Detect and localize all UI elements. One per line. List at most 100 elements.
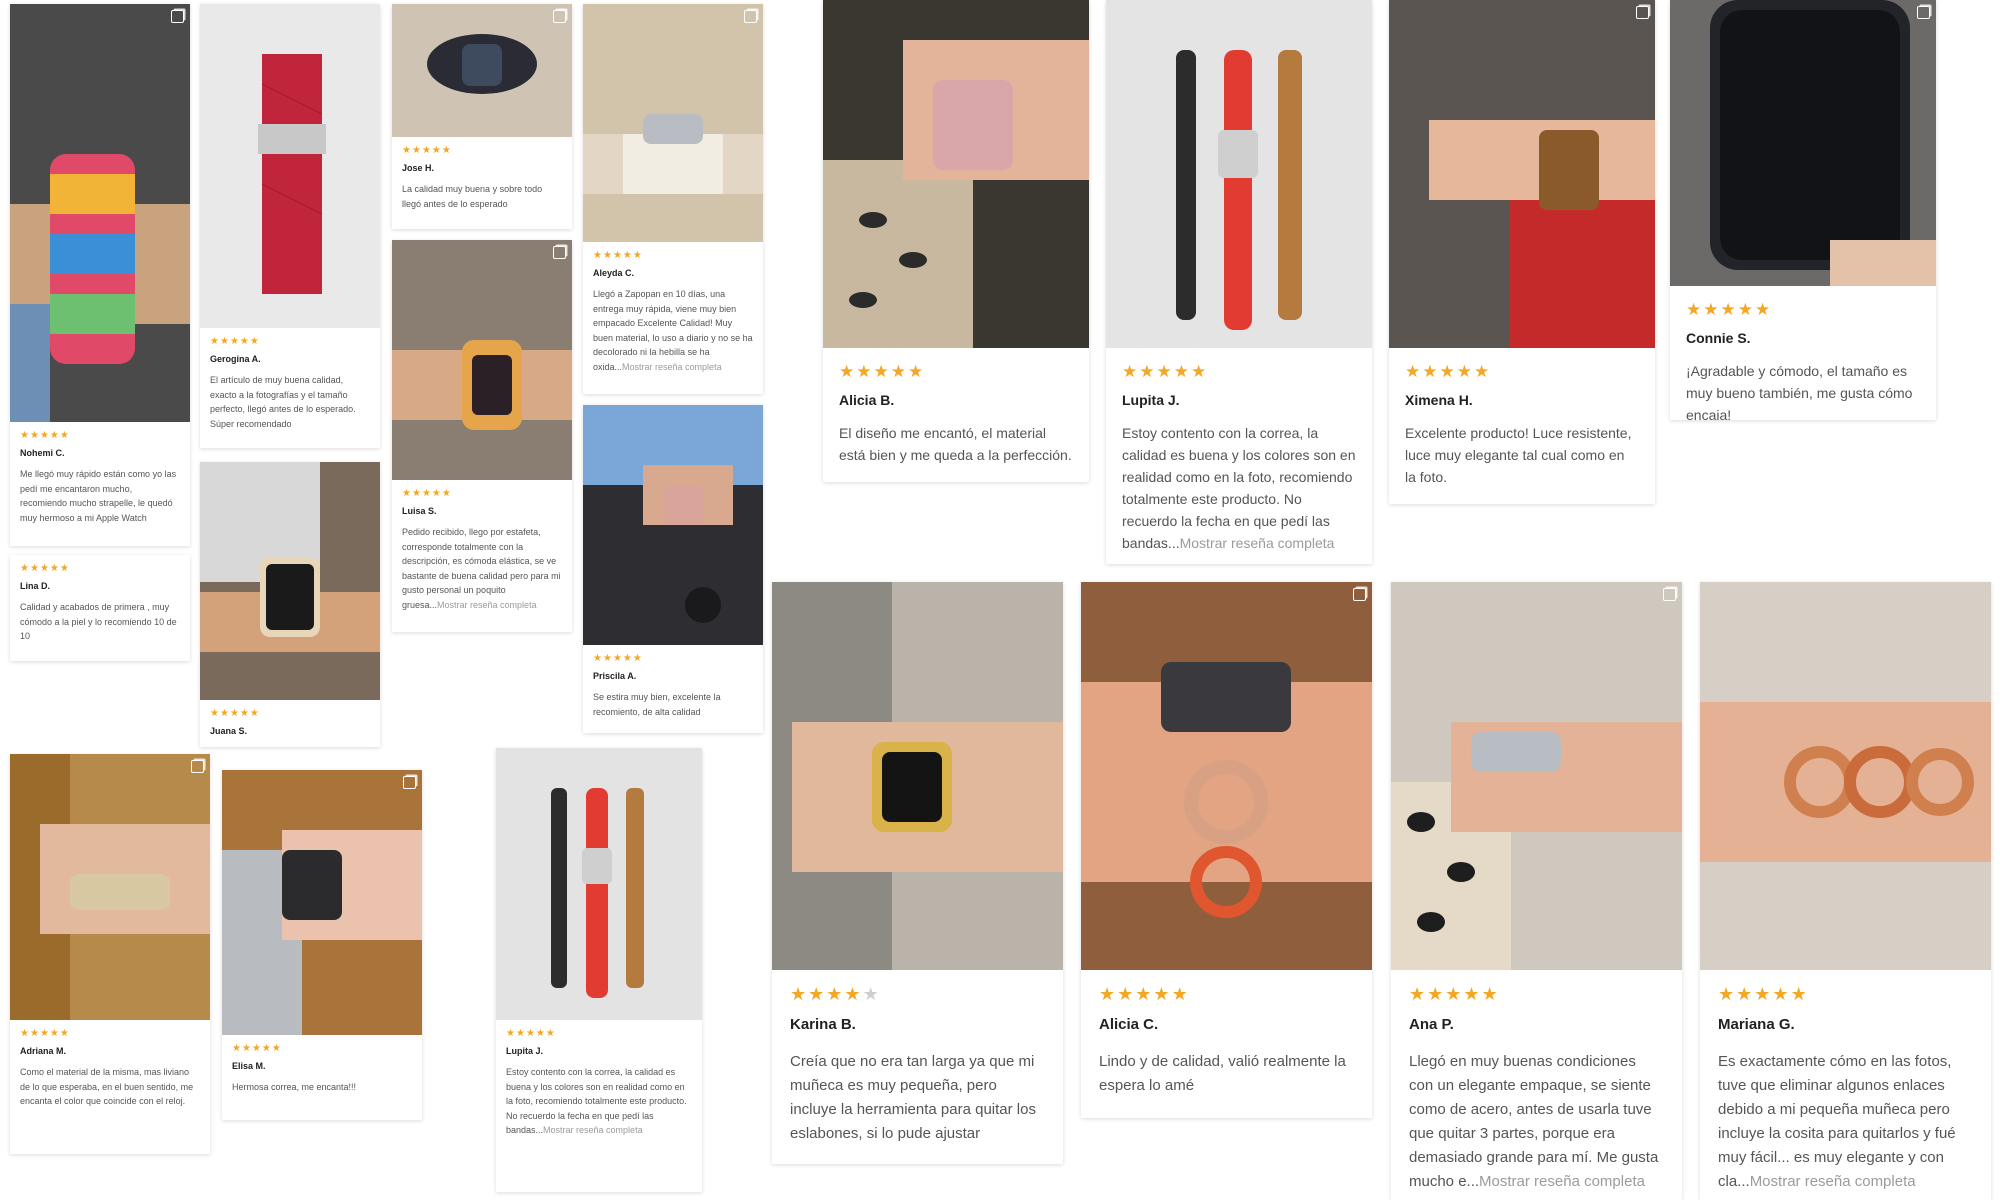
review-photo[interactable] <box>1106 0 1372 348</box>
review-card[interactable]: ★★★★★ Connie S. ¡Agradable y cómodo, el … <box>1670 0 1936 420</box>
review-card[interactable]: ★★★★★ Adriana M. Como el material de la … <box>10 754 210 1154</box>
reviewer-name: Elisa M. <box>232 1061 266 1071</box>
review-card[interactable]: ★★★★★ Lupita J. Estoy contento con la co… <box>1106 0 1372 564</box>
review-card[interactable]: ★★★★★ Gerogina A. El artículo de muy bue… <box>200 4 380 448</box>
star-icon: ★ <box>20 563 30 574</box>
star-icon: ★ <box>826 984 845 1004</box>
star-icon: ★ <box>632 653 643 664</box>
reviewer-name: Nohemi C. <box>20 448 65 458</box>
review-card[interactable]: ★★★★★ Lina D. Calidad y acabados de prim… <box>10 555 190 661</box>
review-text: La calidad muy buena y sobre todo llegó … <box>402 184 543 209</box>
star-icon: ★ <box>29 1028 40 1039</box>
show-full-review-link[interactable]: Mostrar reseña completa <box>437 600 537 610</box>
star-icon: ★ <box>59 1028 70 1039</box>
review-card[interactable]: ★★★★★ Jose H. La calidad muy buena y sob… <box>392 4 572 229</box>
review-card[interactable]: ★★★★★ Ana P. Llegó en muy buenas condici… <box>1391 582 1682 1200</box>
review-photo[interactable] <box>10 4 190 422</box>
review-card[interactable]: ★★★★★ Aleyda C. Llegó a Zapopan en 10 dí… <box>583 4 763 394</box>
star-icon: ★ <box>431 488 442 499</box>
star-rating: ★★★★★ <box>1718 984 1973 1005</box>
review-card[interactable]: ★★★★★ Elisa M. Hermosa correa, me encant… <box>222 770 422 1120</box>
review-photo[interactable] <box>200 462 380 700</box>
review-photo[interactable] <box>392 240 572 480</box>
review-photo[interactable] <box>1670 0 1936 286</box>
star-rating: ★★★★★ <box>20 430 180 441</box>
star-rating: ★★★★★ <box>1122 362 1356 382</box>
show-full-review-link[interactable]: Mostrar reseña completa <box>543 1125 643 1135</box>
star-icon: ★ <box>1439 362 1457 381</box>
review-card[interactable]: ★★★★★ Mariana G. Es exactamente cómo en … <box>1700 582 1991 1200</box>
show-full-review-link[interactable]: Mostrar reseña completa <box>622 362 722 372</box>
review-photo[interactable] <box>1700 582 1991 970</box>
multi-photo-icon <box>1917 6 1930 19</box>
star-icon: ★ <box>229 336 240 347</box>
review-card[interactable]: ★★★★★ Alicia B. El diseño me encantó, el… <box>823 0 1089 482</box>
review-photo[interactable] <box>222 770 422 1035</box>
star-icon: ★ <box>29 563 40 574</box>
show-full-review-link[interactable]: Mostrar reseña completa <box>1479 1173 1645 1190</box>
star-icon: ★ <box>525 1028 536 1039</box>
review-card[interactable]: ★★★★★ Nohemi C. Me llegó muy rápido está… <box>10 4 190 546</box>
reviewer-name: Juana S. <box>210 726 248 736</box>
review-photo[interactable] <box>772 582 1063 970</box>
star-icon: ★ <box>1405 362 1423 381</box>
review-photo[interactable] <box>583 405 763 645</box>
review-photo[interactable] <box>10 754 210 1020</box>
star-rating: ★★★★★ <box>790 984 1045 1005</box>
review-photo[interactable] <box>583 4 763 242</box>
star-icon: ★ <box>441 145 452 156</box>
star-icon: ★ <box>59 563 70 574</box>
review-card[interactable]: ★★★★★ Luisa S. Pedido recibido, llego po… <box>392 240 572 632</box>
review-card[interactable]: ★★★★★ Alicia C. Lindo y de calidad, vali… <box>1081 582 1372 1118</box>
review-text: El artículo de muy buena calidad, exacto… <box>210 375 356 429</box>
star-icon: ★ <box>241 1043 252 1054</box>
star-icon: ★ <box>890 362 908 381</box>
star-icon: ★ <box>219 336 230 347</box>
star-rating: ★★★★★ <box>210 708 370 719</box>
show-full-review-link[interactable]: Mostrar reseña completa <box>1750 1173 1916 1190</box>
review-photo[interactable] <box>1389 0 1655 348</box>
star-icon: ★ <box>1463 984 1482 1004</box>
star-icon: ★ <box>1135 984 1154 1004</box>
star-icon: ★ <box>239 336 250 347</box>
star-icon: ★ <box>1171 984 1190 1004</box>
star-icon: ★ <box>411 145 422 156</box>
star-icon: ★ <box>1474 362 1492 381</box>
star-rating: ★★★★★ <box>20 563 180 574</box>
review-photo[interactable] <box>392 4 572 137</box>
star-icon: ★ <box>1099 984 1118 1004</box>
star-icon: ★ <box>219 708 230 719</box>
star-icon: ★ <box>20 1028 30 1039</box>
review-card[interactable]: ★★★★★ Juana S. <box>200 462 380 747</box>
star-rating: ★★★★★ <box>593 653 753 664</box>
review-photo[interactable] <box>1081 582 1372 970</box>
show-full-review-link[interactable]: Mostrar reseña completa <box>1180 535 1335 551</box>
multi-photo-icon <box>744 10 757 23</box>
star-icon: ★ <box>612 653 623 664</box>
star-icon: ★ <box>1173 362 1191 381</box>
review-card[interactable]: ★★★★★ Karina B. Creía que no era tan lar… <box>772 582 1063 1164</box>
review-text: Me llegó muy rápido están como yo las pe… <box>20 469 177 523</box>
star-icon: ★ <box>210 336 220 347</box>
star-rating: ★★★★★ <box>402 488 562 499</box>
star-icon: ★ <box>515 1028 526 1039</box>
star-icon: ★ <box>862 984 881 1004</box>
star-icon: ★ <box>1772 984 1791 1004</box>
review-card[interactable]: ★★★★★ Ximena H. Excelente producto! Luce… <box>1389 0 1655 504</box>
star-rating: ★★★★★ <box>232 1043 412 1054</box>
reviewer-name: Priscila A. <box>593 671 637 681</box>
review-card[interactable]: ★★★★★ Priscila A. Se estira muy bien, ex… <box>583 405 763 733</box>
review-text: Hermosa correa, me encanta!!! <box>232 1082 357 1092</box>
star-icon: ★ <box>39 1028 50 1039</box>
star-rating: ★★★★★ <box>593 250 753 261</box>
reviewer-name: Jose H. <box>402 163 435 173</box>
star-rating: ★★★★★ <box>1405 362 1639 382</box>
review-photo[interactable] <box>823 0 1089 348</box>
review-photo[interactable] <box>496 748 702 1020</box>
review-photo[interactable] <box>200 4 380 328</box>
star-icon: ★ <box>59 430 70 441</box>
star-icon: ★ <box>1117 984 1136 1004</box>
star-rating: ★★★★★ <box>839 362 1073 382</box>
review-card[interactable]: ★★★★★ Lupita J. Estoy contento con la co… <box>496 748 702 1192</box>
review-photo[interactable] <box>1391 582 1682 970</box>
